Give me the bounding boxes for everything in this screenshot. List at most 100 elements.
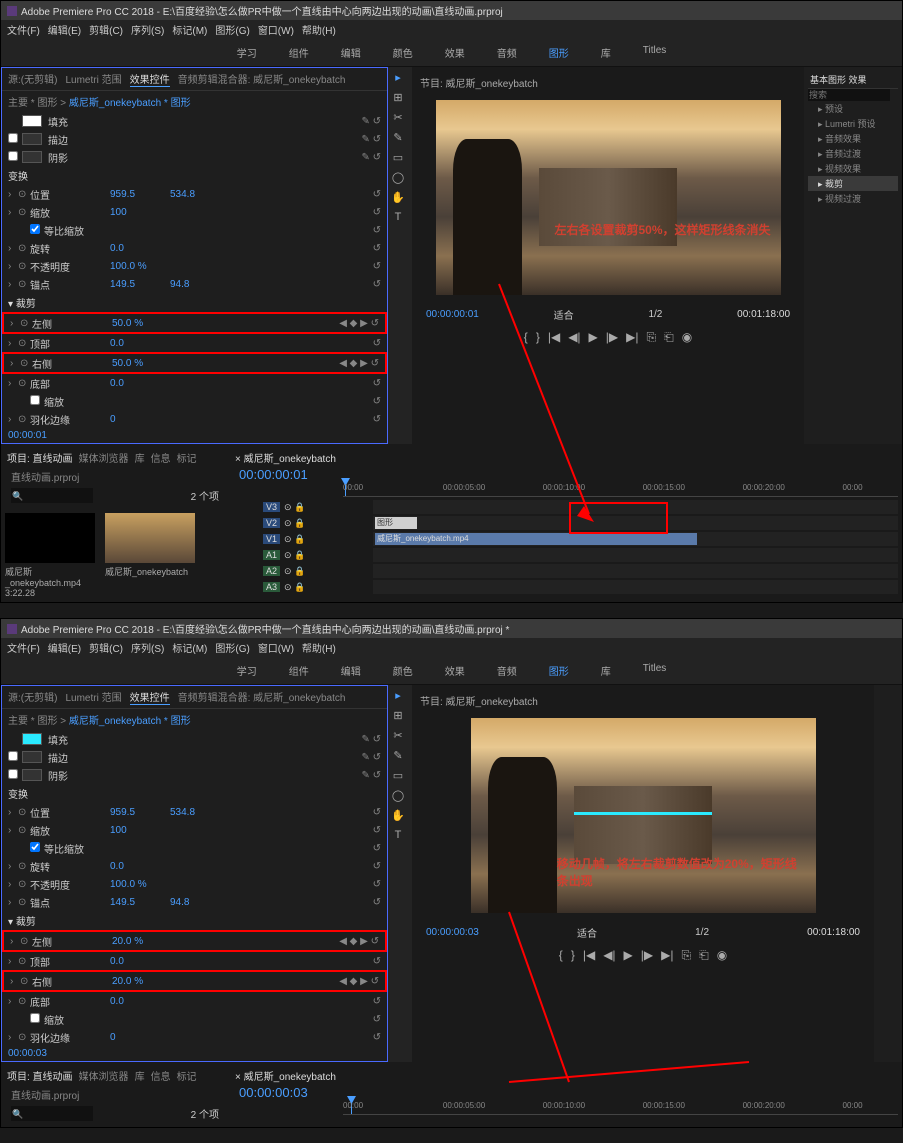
sequence-name[interactable]: 威尼斯_onekeybatch [244,454,336,465]
item-媒体浏览器[interactable]: 媒体浏览器 [79,1068,129,1083]
collapsed-panel[interactable] [874,685,902,1062]
main-menu[interactable]: 文件(F)编辑(E)剪辑(C)序列(S)标记(M)图形(G)窗口(W)帮助(H) [1,20,902,39]
effect-timecode[interactable]: 00:00:03 [2,1046,387,1061]
item-文件(F)[interactable]: 文件(F) [7,26,40,37]
item-剪辑(C)[interactable]: 剪辑(C) [89,26,123,37]
tree-item[interactable]: ▸ 音频过渡 [808,146,898,161]
transform-section[interactable]: 变换 [2,784,387,803]
item-组件[interactable]: 组件 [283,661,315,680]
item-音频[interactable]: 音频 [491,43,523,62]
timeline-panel[interactable]: × 威尼斯_onekeybatch 00:00:00:01 00:0000:00… [229,444,902,602]
color-chip[interactable] [22,151,42,163]
tree-item[interactable]: ▸ 裁剪 [808,176,898,191]
item-标记(M)[interactable]: 标记(M) [172,644,207,655]
color-chip[interactable] [22,115,42,127]
item-Lumetri 范围[interactable]: Lumetri 范围 [65,71,121,87]
checkbox[interactable] [30,842,40,852]
item-源:(无剪辑)[interactable]: 源:(无剪辑) [8,689,57,705]
timeline-panel[interactable]: × 威尼斯_onekeybatch 00:00:00:03 00:0000:00… [229,1062,902,1127]
item-编辑(E)[interactable]: 编辑(E) [48,644,81,655]
stopwatch-icon[interactable]: ⊙ [20,976,32,987]
tree-item[interactable]: ▸ 视频效果 [808,161,898,176]
tree-item[interactable]: ▸ Lumetri 预设 [808,116,898,131]
timeline-timecode[interactable]: 00:00:00:03 [233,1085,898,1100]
item-效果[interactable]: 效果 [439,661,471,680]
stopwatch-icon[interactable]: ⊙ [18,338,30,349]
crop-value[interactable]: 0.0 [110,378,170,389]
stopwatch-icon[interactable]: ⊙ [20,358,32,369]
sequence-name[interactable]: 威尼斯_onekeybatch [244,1072,336,1083]
project-tabs[interactable]: 项目: 直线动画媒体浏览器库信息标记 [5,1066,225,1085]
item-源:(无剪辑)[interactable]: 源:(无剪辑) [8,71,57,87]
item-库[interactable]: 库 [135,450,145,465]
stopwatch-icon[interactable]: ⊙ [18,956,30,967]
crop-value[interactable]: 50.0 % [112,358,172,369]
project-search[interactable] [11,1106,93,1121]
zoom-ratio[interactable]: 1/2 [648,309,662,320]
value[interactable]: 100.0 % [110,879,170,890]
current-timecode[interactable]: 00:00:00:01 [426,309,479,320]
crop-value[interactable]: 50.0 % [112,318,172,329]
crop-value[interactable]: 0.0 [110,996,170,1007]
item-颜色[interactable]: 颜色 [387,661,419,680]
stopwatch-icon[interactable]: ⊙ [18,1032,30,1043]
project-search[interactable] [11,488,93,503]
zoom-fit[interactable]: 适合 [577,925,597,940]
essential-graphics-tab[interactable]: 基本图形 [810,75,846,85]
crop-value[interactable]: 0 [110,414,170,425]
item-媒体浏览器[interactable]: 媒体浏览器 [79,450,129,465]
item-剪辑(C)[interactable]: 剪辑(C) [89,644,123,655]
item-项目: 直线动画[interactable]: 项目: 直线动画 [7,450,73,465]
value[interactable]: 100.0 % [110,261,170,272]
checkbox[interactable] [8,151,18,161]
item-音频剪辑混合器: 威尼斯_onekeybatch[interactable]: 音频剪辑混合器: 威尼斯_onekeybatch [178,689,346,705]
color-chip[interactable] [22,133,42,145]
main-menu[interactable]: 文件(F)编辑(E)剪辑(C)序列(S)标记(M)图形(G)窗口(W)帮助(H) [1,638,902,657]
project-tabs[interactable]: 项目: 直线动画媒体浏览器库信息标记 [5,448,225,467]
stopwatch-icon[interactable]: ⊙ [20,318,32,329]
value[interactable]: 0.0 [110,861,170,872]
tool-column[interactable]: ▸ ⊞ ✂ ✎ ▭ ◯ ✋ T [388,685,412,1062]
item-效果控件[interactable]: 效果控件 [130,71,170,87]
item-图形[interactable]: 图形 [543,43,575,62]
transport-controls[interactable]: {} |◀◀| ▶|▶ ▶|⎘ ⎗◉ [418,944,868,967]
source-panel-tabs[interactable]: 源:(无剪辑)Lumetri 范围效果控件音频剪辑混合器: 威尼斯_onekey… [2,686,387,709]
effects-search[interactable] [808,89,890,101]
crop-value[interactable]: 20.0 % [112,976,172,987]
value[interactable]: 959.5 [110,189,170,200]
crop-value[interactable]: 0.0 [110,956,170,967]
stopwatch-icon[interactable]: ⊙ [18,414,30,425]
workspace-tabs[interactable]: 学习组件编辑颜色效果音频图形库Titles [1,39,902,67]
item-帮助(H)[interactable]: 帮助(H) [302,644,336,655]
tool-column[interactable]: ▸ ⊞ ✂ ✎ ▭ ◯ ✋ T [388,67,412,444]
item-图形(G)[interactable]: 图形(G) [215,644,249,655]
effects-tree[interactable]: ▸ 预设▸ Lumetri 预设▸ 音频效果▸ 音频过渡▸ 视频效果▸ 裁剪▸ … [808,101,898,206]
item-帮助(H)[interactable]: 帮助(H) [302,26,336,37]
item-项目: 直线动画[interactable]: 项目: 直线动画 [7,1068,73,1083]
item-学习[interactable]: 学习 [231,43,263,62]
checkbox[interactable] [8,751,18,761]
item-组件[interactable]: 组件 [283,43,315,62]
item-效果控件[interactable]: 效果控件 [130,689,170,705]
value[interactable]: 100 [110,825,170,836]
checkbox[interactable] [8,769,18,779]
tree-item[interactable]: ▸ 音频效果 [808,131,898,146]
color-chip[interactable] [22,769,42,781]
item-序列(S)[interactable]: 序列(S) [131,644,164,655]
item-标记(M)[interactable]: 标记(M) [172,26,207,37]
video-preview[interactable]: 移动几帧，将左右裁剪数值改为20%，矩形线条出现 [471,718,816,913]
tracks[interactable]: V3⊙ 🔒V2⊙ 🔒图形V1⊙ 🔒威尼斯_onekeybatch.mp4A1⊙ … [233,499,898,595]
item-库[interactable]: 库 [595,43,617,62]
item-音频[interactable]: 音频 [491,661,523,680]
item-标记[interactable]: 标记 [177,1068,197,1083]
current-timecode[interactable]: 00:00:00:03 [426,927,479,938]
item-标记[interactable]: 标记 [177,450,197,465]
stopwatch-icon[interactable]: ⊙ [20,936,32,947]
stopwatch-icon[interactable]: ⊙ [18,378,30,389]
item-信息[interactable]: 信息 [151,450,171,465]
item-库[interactable]: 库 [135,1068,145,1083]
item-序列(S)[interactable]: 序列(S) [131,26,164,37]
item-音频剪辑混合器: 威尼斯_onekeybatch[interactable]: 音频剪辑混合器: 威尼斯_onekeybatch [178,71,346,87]
value[interactable]: 959.5 [110,807,170,818]
value[interactable]: 149.5 [110,897,170,908]
